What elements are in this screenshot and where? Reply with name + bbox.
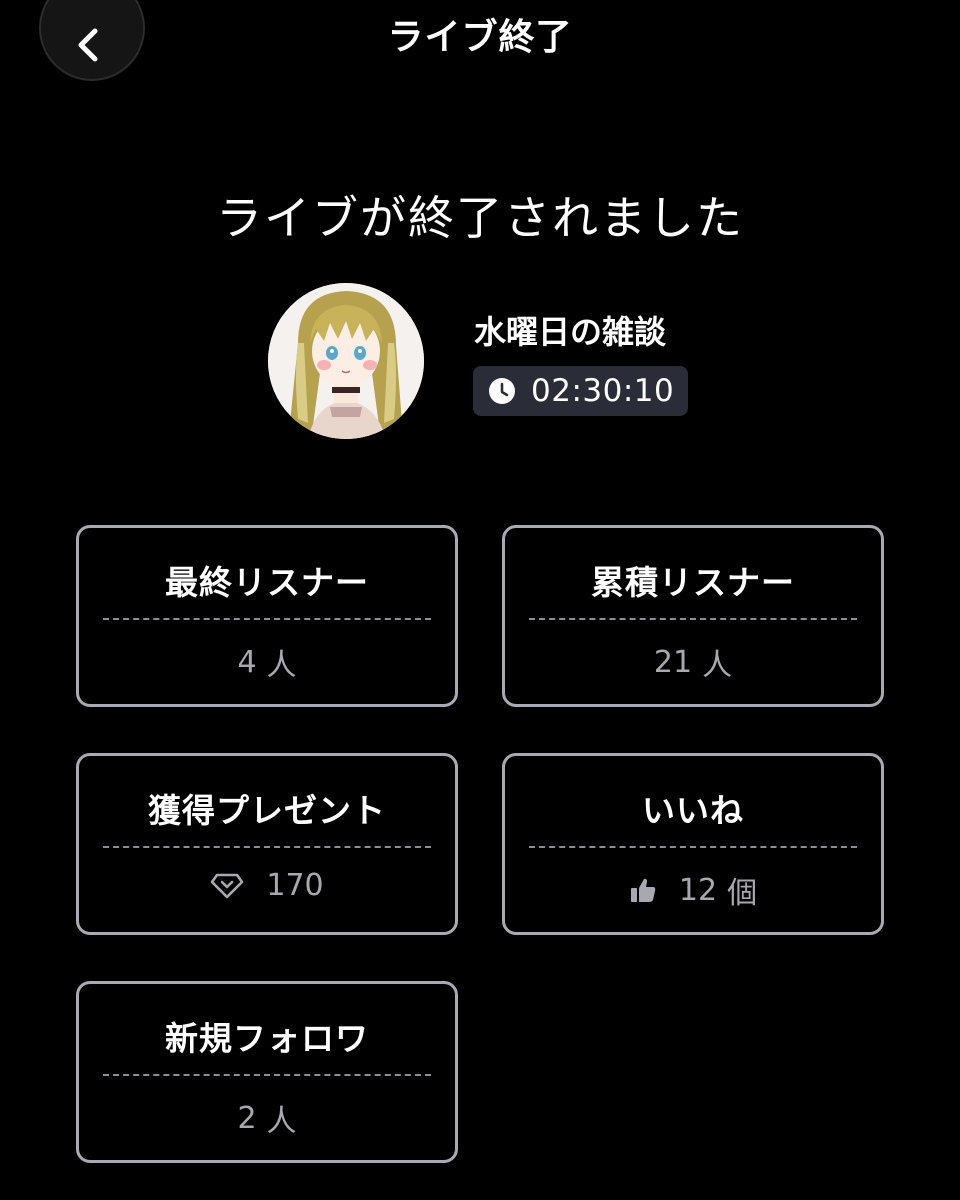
divider (103, 846, 431, 848)
stat-value: 170 (79, 868, 455, 903)
stat-card-likes: いいね 12 個 (502, 753, 884, 935)
divider (529, 618, 857, 620)
stat-card-new-followers: 新規フォロワ 2 人 (76, 981, 458, 1163)
stat-number: 2 (237, 1100, 257, 1136)
stat-number: 4 (237, 644, 257, 680)
stat-label: 獲得プレゼント (148, 791, 386, 830)
divider (103, 618, 431, 620)
stat-card-total-listeners: 累積リスナー 21 人 (502, 525, 884, 707)
stat-unit: 個 (727, 876, 758, 911)
page-title: ライブ終了 (387, 17, 573, 58)
stat-unit: 人 (266, 1104, 297, 1139)
avatar (268, 283, 424, 439)
stat-number: 21 (653, 644, 693, 680)
stat-value: 4 人 (79, 640, 455, 684)
stream-title: 水曜日の雑談 (474, 313, 667, 351)
stat-label: 最終リスナー (165, 563, 369, 602)
stat-card-gifts: 獲得プレゼント 170 (76, 753, 458, 935)
clock-icon (487, 376, 517, 406)
stat-unit: 人 (266, 648, 297, 683)
stat-label: いいね (642, 791, 744, 830)
diamond-icon (210, 873, 244, 899)
stat-card-final-listeners: 最終リスナー 4 人 (76, 525, 458, 707)
end-message: ライブが終了されました (216, 191, 744, 245)
stat-value: 2 人 (79, 1096, 455, 1140)
stat-value: 21 人 (505, 640, 881, 684)
divider (529, 846, 857, 848)
stat-label: 累積リスナー (591, 563, 795, 602)
duration-text: 02:30:10 (531, 373, 675, 409)
stat-label: 新規フォロワ (165, 1019, 369, 1058)
stat-value: 12 個 (505, 868, 881, 912)
duration-badge: 02:30:10 (473, 366, 689, 416)
stat-number: 12 (678, 872, 718, 908)
thumbs-up-icon (629, 876, 657, 904)
stat-number: 170 (266, 868, 324, 903)
divider (103, 1074, 431, 1076)
stat-unit: 人 (702, 648, 733, 683)
